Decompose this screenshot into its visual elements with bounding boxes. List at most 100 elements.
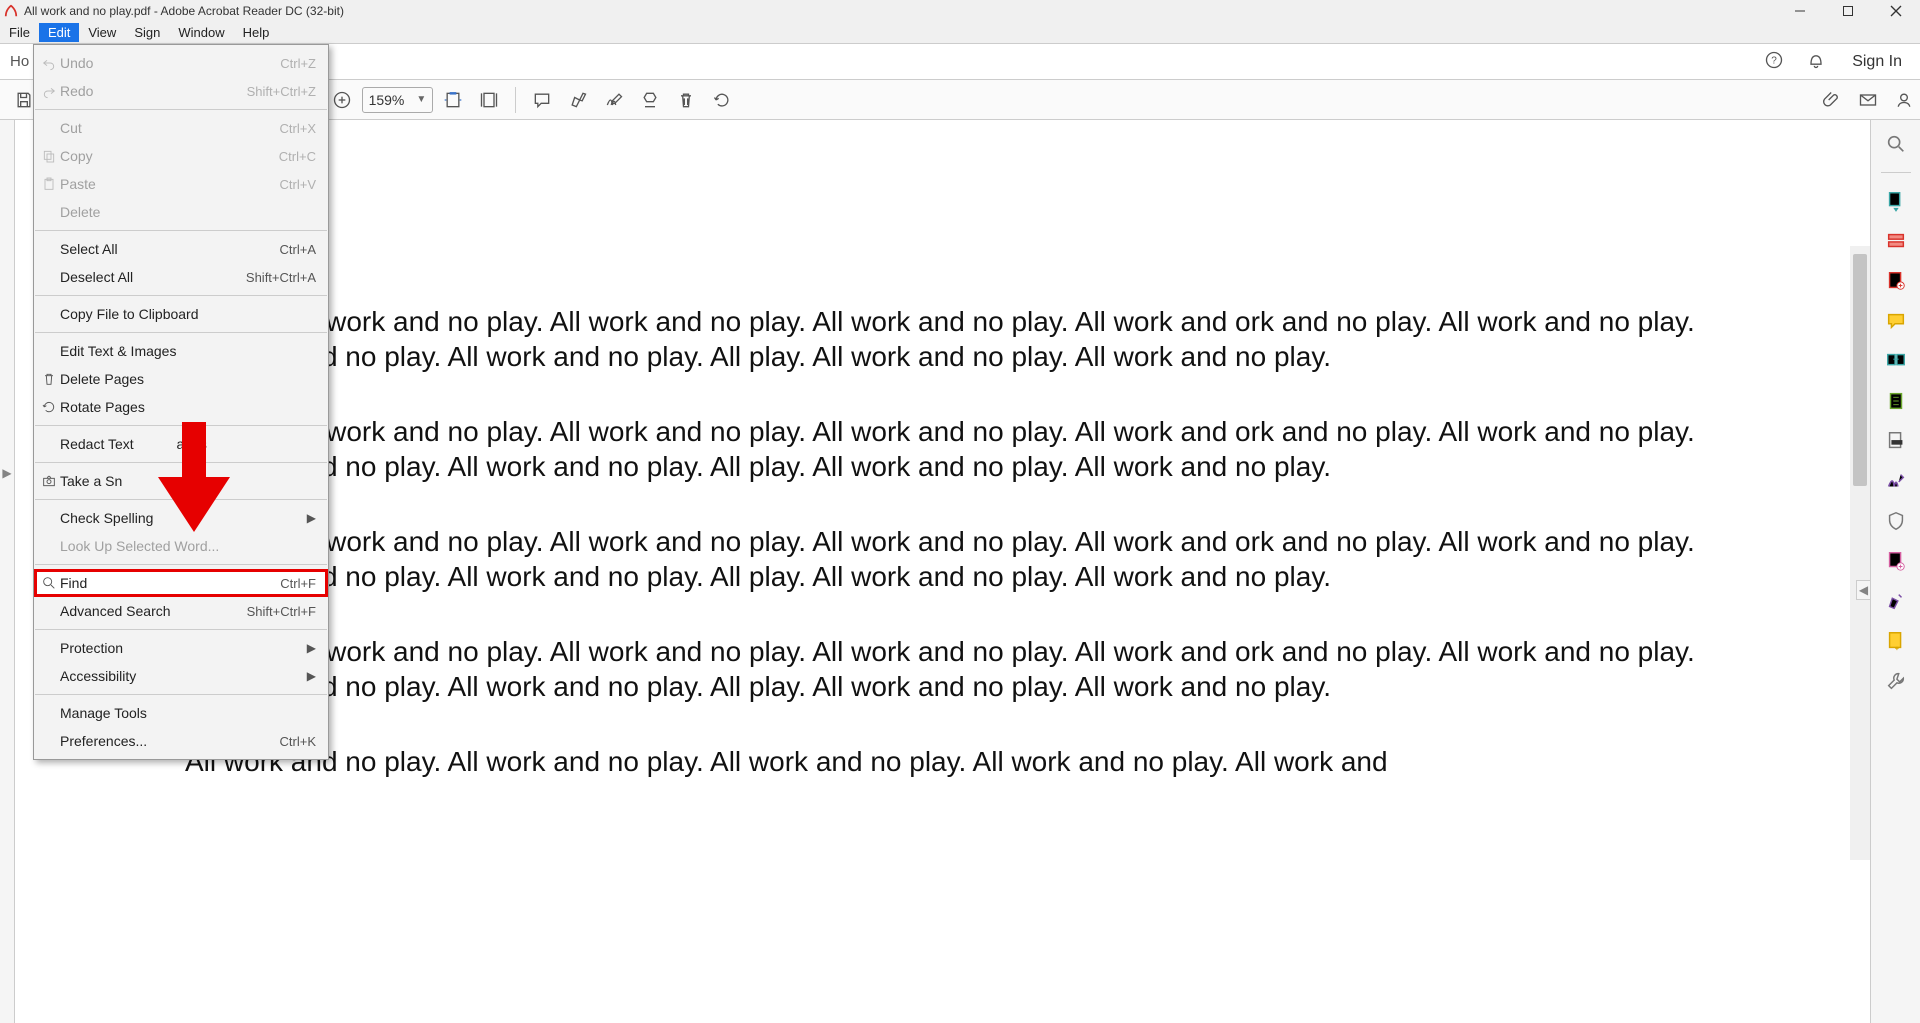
menu-item-delete[interactable]: Delete [34, 198, 328, 226]
menu-shortcut: Shift+Ctrl+A [246, 270, 316, 285]
export-pdf-icon[interactable] [1884, 189, 1908, 213]
nav-panel-collapsed[interactable]: ▶ [0, 120, 15, 1023]
zoom-value-label: 159% [363, 90, 411, 110]
menu-help[interactable]: Help [234, 23, 279, 42]
convert-icon[interactable] [1884, 629, 1908, 653]
body-text: no play. All work and no play. All work … [185, 304, 1710, 374]
menu-item-lookup-word[interactable]: Look Up Selected Word... [34, 532, 328, 560]
compress-pdf-icon[interactable] [1884, 389, 1908, 413]
zoom-dropdown[interactable]: 159% ▼ [362, 87, 434, 113]
menu-window[interactable]: Window [169, 23, 233, 42]
menu-item-copy[interactable]: CopyCtrl+C [34, 142, 328, 170]
menu-label: Accessibility [60, 668, 136, 684]
sign-icon[interactable] [598, 84, 630, 116]
svg-text:?: ? [1771, 55, 1777, 66]
send-comments-icon[interactable] [1884, 549, 1908, 573]
menu-shortcut: Ctrl+K [280, 734, 316, 749]
menu-label: Paste [60, 176, 96, 192]
search-icon [40, 574, 58, 592]
redo-icon [40, 82, 58, 100]
menu-label: Look Up Selected Word... [60, 538, 219, 554]
rotate-icon [40, 398, 58, 416]
menu-item-undo[interactable]: Undo Ctrl+Z [34, 49, 328, 77]
menu-shortcut: Ctrl+Z [280, 56, 316, 71]
right-panel-collapse-handle[interactable]: ◀ [1856, 580, 1870, 600]
menu-item-paste[interactable]: PasteCtrl+V [34, 170, 328, 198]
menu-label: Edit Text & Images [60, 343, 176, 359]
menu-view[interactable]: View [79, 23, 125, 42]
menu-shortcut: Ctrl+F [280, 576, 316, 591]
menu-item-deselect-all[interactable]: Deselect All Shift+Ctrl+A [34, 263, 328, 291]
home-tab-label[interactable]: Ho [10, 53, 29, 70]
menu-label: Advanced Search [60, 603, 171, 619]
menu-item-snapshot[interactable]: Take a Sn [34, 467, 328, 495]
zoom-in-icon[interactable] [326, 84, 358, 116]
fit-page-icon[interactable] [473, 84, 505, 116]
paste-icon [40, 175, 58, 193]
menu-item-select-all[interactable]: Select AllCtrl+A [34, 235, 328, 263]
menu-label: Redact Text ages [60, 436, 207, 452]
user-share-icon[interactable] [1888, 84, 1920, 116]
maximize-button[interactable] [1836, 2, 1860, 20]
menu-item-accessibility[interactable]: Accessibility▶ [34, 662, 328, 690]
comment-icon[interactable] [526, 84, 558, 116]
menu-item-redact[interactable]: Redact Text ages [34, 430, 328, 458]
menu-label: Deselect All [60, 269, 133, 285]
copy-icon [40, 147, 58, 165]
body-text: no play. All work and no play. All work … [185, 524, 1710, 594]
protect-icon[interactable] [1884, 509, 1908, 533]
menu-item-check-spelling[interactable]: Check Spelling▶ [34, 504, 328, 532]
attachment-icon[interactable] [1816, 84, 1848, 116]
submenu-arrow-icon: ▶ [307, 511, 316, 525]
titlebar: All work and no play.pdf - Adobe Acrobat… [0, 0, 1920, 22]
delete-icon[interactable] [670, 84, 702, 116]
menu-label: Delete Pages [60, 371, 144, 387]
menu-item-rotate-pages[interactable]: Rotate Pages [34, 393, 328, 421]
menu-item-copy-file[interactable]: Copy File to Clipboard [34, 300, 328, 328]
close-button[interactable] [1884, 2, 1908, 20]
minimize-button[interactable] [1788, 2, 1812, 20]
menu-item-cut[interactable]: CutCtrl+X [34, 114, 328, 142]
share-email-icon[interactable] [1852, 84, 1884, 116]
more-tools-icon[interactable] [1884, 589, 1908, 613]
edit-pdf-icon[interactable] [1884, 229, 1908, 253]
highlight-icon[interactable] [562, 84, 594, 116]
menu-label: Delete [60, 204, 100, 220]
menu-item-edit-text-images[interactable]: Edit Text & Images [34, 337, 328, 365]
undo-icon [40, 54, 58, 72]
menu-file[interactable]: File [0, 23, 39, 42]
menu-edit[interactable]: Edit [39, 23, 79, 42]
help-icon[interactable]: ? [1764, 50, 1784, 74]
menu-item-manage-tools[interactable]: Manage Tools [34, 699, 328, 727]
menu-sign[interactable]: Sign [125, 23, 169, 42]
menu-item-protection[interactable]: Protection▶ [34, 634, 328, 662]
menu-item-advanced-search[interactable]: Advanced SearchShift+Ctrl+F [34, 597, 328, 625]
tools-panel [1870, 120, 1920, 1023]
menu-item-preferences[interactable]: Preferences...Ctrl+K [34, 727, 328, 755]
fit-width-icon[interactable] [437, 84, 469, 116]
search-tool-icon[interactable] [1884, 132, 1908, 156]
body-text: no play. All work and no play. All work … [185, 414, 1710, 484]
menu-item-delete-pages[interactable]: Delete Pages [34, 365, 328, 393]
organize-pages-icon[interactable] [1884, 349, 1908, 373]
rotate-icon[interactable] [706, 84, 738, 116]
acrobat-app-icon [4, 4, 18, 18]
menu-shortcut: Ctrl+X [280, 121, 316, 136]
menu-item-find[interactable]: FindCtrl+F [34, 569, 328, 597]
bell-icon[interactable] [1806, 50, 1826, 74]
wrench-icon[interactable] [1884, 669, 1908, 693]
chevron-down-icon: ▼ [410, 94, 432, 105]
sign-in-link[interactable]: Sign In [1852, 53, 1902, 71]
stamp-icon[interactable] [634, 84, 666, 116]
vertical-scrollbar[interactable] [1850, 246, 1870, 860]
menu-label: Manage Tools [60, 705, 147, 721]
create-pdf-icon[interactable] [1884, 269, 1908, 293]
window-title: All work and no play.pdf - Adobe Acrobat… [24, 4, 1788, 18]
window-controls [1788, 2, 1908, 20]
menu-label: Undo [60, 55, 93, 71]
redact-tool-icon[interactable] [1884, 429, 1908, 453]
comment-tool-icon[interactable] [1884, 309, 1908, 333]
menu-item-redo[interactable]: RedoShift+Ctrl+Z [34, 77, 328, 105]
scrollbar-thumb[interactable] [1853, 254, 1867, 486]
fill-sign-icon[interactable] [1884, 469, 1908, 493]
